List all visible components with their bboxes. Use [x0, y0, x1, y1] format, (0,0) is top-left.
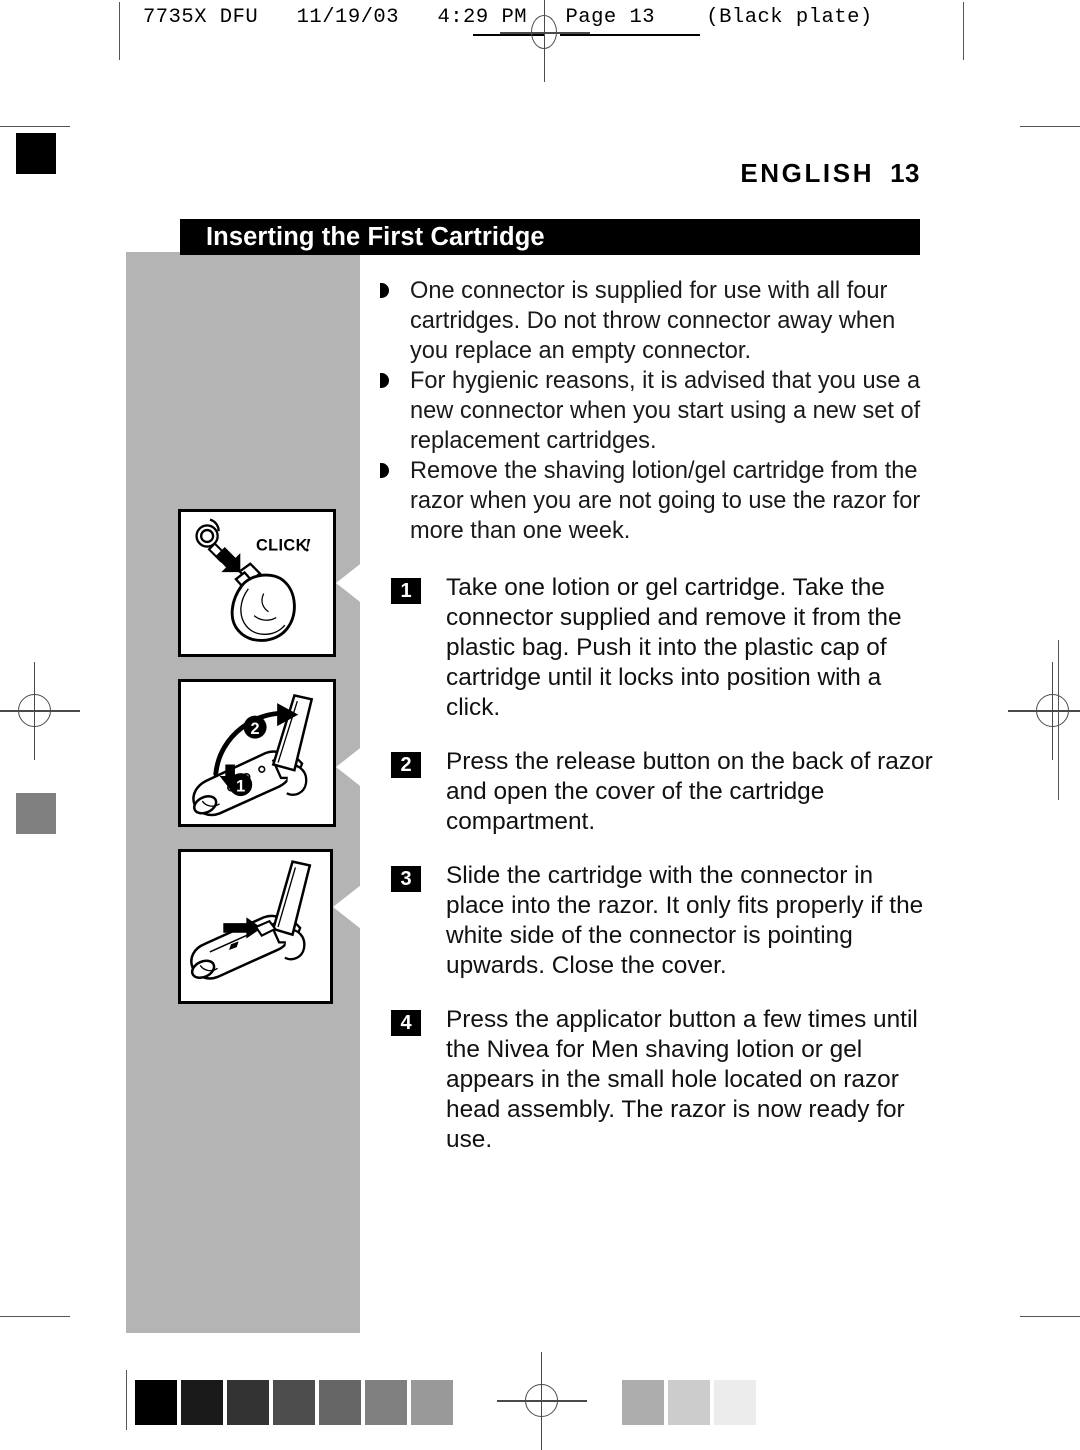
color-swatch-light-0 [620, 1378, 666, 1427]
list-item: One connector is supplied for use with a… [378, 276, 934, 366]
prepress-underline-right [560, 34, 700, 36]
step-number-badge: 2 [391, 752, 421, 778]
illustration-pointer-1 [336, 561, 364, 605]
step-text: Slide the cartridge with the connector i… [446, 862, 924, 979]
illustration-pointer-3 [333, 885, 361, 929]
margin-swatch-gray [14, 791, 58, 836]
language-label: ENGLISH [740, 158, 875, 188]
color-swatch-dark-3 [271, 1378, 317, 1427]
step-item-3: 3 Slide the cartridge with the connector… [378, 861, 934, 981]
click-caption: CLICK [256, 536, 308, 554]
color-swatch-dark-4 [317, 1378, 363, 1427]
color-swatch-dark-6 [409, 1378, 455, 1427]
list-item: For hygienic reasons, it is advised that… [378, 366, 934, 456]
page-number: 13 [890, 158, 920, 188]
trim-mark-left-top [119, 2, 120, 60]
trim-mark-top-right-corner [1020, 126, 1080, 127]
color-swatch-dark-5 [363, 1378, 409, 1427]
trim-mark-top-left-corner [0, 126, 70, 127]
illustration-razor-slide-cartridge [178, 849, 333, 1004]
notes-bullet-list: One connector is supplied for use with a… [378, 276, 934, 546]
color-swatch-dark-2 [225, 1378, 271, 1427]
bullet-text: One connector is supplied for use with a… [410, 278, 896, 364]
step-text: Take one lotion or gel cartridge. Take t… [446, 574, 902, 721]
registration-crosshair-icon-top [500, 0, 590, 82]
numbered-steps-list: 1 Take one lotion or gel cartridge. Take… [378, 573, 934, 1155]
cartridge-connector-click-drawing: CLICK ! [195, 518, 311, 642]
razor-slide-cartridge-drawing [190, 860, 312, 980]
prepress-header-line: 7735X DFU 11/19/03 4:29 PM Page 13 (Blac… [143, 6, 873, 29]
step-number-badge: 3 [391, 866, 421, 892]
list-item: Remove the shaving lotion/gel cartridge … [378, 456, 934, 546]
color-swatch-dark-0 [133, 1378, 179, 1427]
illustration-razor-open-cover: 1 2 [178, 679, 336, 827]
trim-mark-bottom-left-corner [0, 1316, 70, 1317]
color-swatch-dark-1 [179, 1378, 225, 1427]
step-text: Press the applicator button a few times … [446, 1006, 918, 1153]
registration-crosshair-icon-right [1008, 662, 1080, 760]
bullet-marker-icon [380, 283, 389, 298]
razor-open-cover-drawing: 1 2 [192, 693, 314, 817]
margin-swatch-black [14, 131, 58, 176]
illustration-cartridge-connector-click: CLICK ! [178, 509, 336, 657]
illustration-pointer-2 [336, 745, 364, 789]
body-text-column: One connector is supplied for use with a… [378, 276, 934, 1179]
step-item-1: 1 Take one lotion or gel cartridge. Take… [378, 573, 934, 723]
trim-mark-bottom-right-corner [1020, 1316, 1080, 1317]
color-swatch-light-1 [666, 1378, 712, 1427]
registration-crosshair-icon-bottom [497, 1352, 587, 1450]
trim-mark-right-middle [1058, 640, 1059, 800]
svg-text:2: 2 [251, 720, 260, 738]
color-swatch-light-2 [712, 1378, 758, 1427]
trim-mark-strip-left [126, 1370, 127, 1430]
trim-mark-right-top [963, 2, 964, 60]
step-item-4: 4 Press the applicator button a few time… [378, 1005, 934, 1155]
bullet-marker-icon [380, 373, 389, 388]
step-item-2: 2 Press the release button on the back o… [378, 747, 934, 837]
step-number-badge: 4 [391, 1010, 421, 1036]
svg-text:1: 1 [236, 777, 245, 795]
bullet-marker-icon [380, 463, 389, 478]
bullet-text: For hygienic reasons, it is advised that… [410, 368, 921, 454]
bullet-text: Remove the shaving lotion/gel cartridge … [410, 458, 921, 544]
section-title-bar: Inserting the First Cartridge [180, 219, 920, 255]
step-text: Press the release button on the back of … [446, 748, 933, 835]
registration-crosshair-icon-left [0, 662, 80, 760]
svg-text:!: ! [304, 535, 311, 556]
step-number-badge: 1 [391, 578, 421, 604]
page-title: ENGLISH 13 [740, 158, 920, 189]
